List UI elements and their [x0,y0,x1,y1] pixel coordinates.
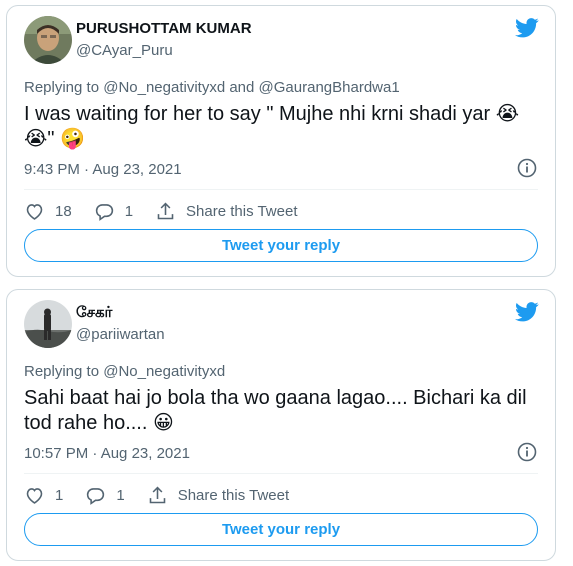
info-icon[interactable] [517,442,537,462]
replying-to: Replying to @No_negativityxd and @Gauran… [24,79,400,96]
replying-prefix: Replying to [24,363,104,380]
avatar[interactable] [24,300,72,348]
heart-icon [26,203,43,220]
share-label: Share this Tweet [186,202,298,220]
replying-mentions[interactable]: @No_negativityxd and @GaurangBhardwa1 [103,79,399,96]
share-button[interactable]: Share this Tweet [147,485,289,506]
replying-to: Replying to @No_negativityxd [24,363,225,380]
tweet-timestamp[interactable]: 10:57 PM · Aug 23, 2021 [24,445,190,462]
share-icon [149,486,165,503]
reply-icon [95,203,113,221]
tweet-timestamp[interactable]: 9:43 PM · Aug 23, 2021 [24,161,182,178]
twitter-bird-icon[interactable] [515,302,539,322]
reply-count: 1 [124,202,134,220]
reply-action-button[interactable]: 1 [85,485,125,506]
replying-mentions[interactable]: @No_negativityxd [103,363,225,380]
reply-action-button[interactable]: 1 [94,201,133,222]
tweet-actions: 1 1 Share this Tweet [24,484,311,506]
display-name[interactable]: சேகர் [76,304,112,323]
user-handle[interactable]: @CAyar_Puru [76,42,173,59]
share-icon [157,202,174,219]
tweet-text: Sahi baat hai jo bola tha wo gaana lagao… [24,387,527,434]
divider [24,189,538,190]
twitter-bird-icon[interactable] [515,18,539,38]
tweet-text: I was waiting for her to say " Mujhe nhi… [24,103,520,150]
replying-prefix: Replying to [24,79,104,96]
user-handle[interactable]: @pariiwartan [76,326,165,343]
share-label: Share this Tweet [177,486,290,504]
divider [24,473,538,474]
like-button[interactable]: 18 [24,201,72,222]
tweet-card[interactable]: PURUSHOTTAM KUMAR @CAyar_Puru Replying t… [6,5,556,277]
info-icon[interactable] [517,158,537,178]
heart-icon [26,487,43,504]
avatar[interactable] [24,16,72,64]
display-name[interactable]: PURUSHOTTAM KUMAR [76,20,252,37]
share-button[interactable]: Share this Tweet [155,201,297,222]
like-count: 18 [55,202,72,220]
tweet-actions: 18 1 Share this Tweet [24,200,319,222]
like-button[interactable]: 1 [24,485,63,506]
tweet-card[interactable]: சேகர் @pariiwartan Replying to @No_negat… [6,289,556,561]
tweet-your-reply-button[interactable]: Tweet your reply [24,513,538,546]
reply-icon [87,487,105,505]
like-count: 1 [55,486,64,504]
tweet-your-reply-button[interactable]: Tweet your reply [24,229,538,262]
reply-count: 1 [116,486,125,504]
